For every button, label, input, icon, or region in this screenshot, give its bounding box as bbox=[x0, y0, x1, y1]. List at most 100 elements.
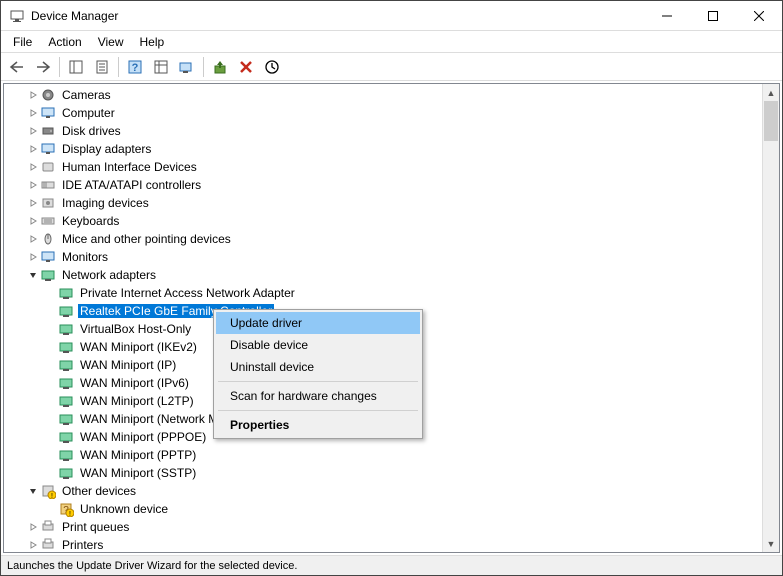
tree-item-label: WAN Miniport (IPv6) bbox=[78, 376, 191, 390]
expand-icon[interactable] bbox=[26, 250, 40, 264]
computer-icon bbox=[40, 105, 56, 121]
tree-item-wan-miniport-sstp-[interactable]: WAN Miniport (SSTP) bbox=[4, 464, 779, 482]
hid-icon bbox=[40, 159, 56, 175]
expand-icon[interactable] bbox=[26, 124, 40, 138]
tree-item-printers[interactable]: Printers bbox=[4, 536, 779, 553]
tree-item-disk-drives[interactable]: Disk drives bbox=[4, 122, 779, 140]
tree-item-label: Human Interface Devices bbox=[60, 160, 199, 174]
menubar: File Action View Help bbox=[1, 31, 782, 53]
scan-hardware-button[interactable] bbox=[175, 56, 199, 78]
scroll-down-button[interactable]: ▼ bbox=[763, 535, 779, 552]
tree-item-human-interface-devices[interactable]: Human Interface Devices bbox=[4, 158, 779, 176]
expand-icon[interactable] bbox=[26, 160, 40, 174]
expand-icon[interactable] bbox=[26, 178, 40, 192]
expand-icon[interactable] bbox=[26, 88, 40, 102]
tree-item-label: WAN Miniport (PPPOE) bbox=[78, 430, 208, 444]
expand-icon[interactable] bbox=[26, 232, 40, 246]
disk-icon bbox=[40, 123, 56, 139]
tree-item-wan-miniport-pptp-[interactable]: WAN Miniport (PPTP) bbox=[4, 446, 779, 464]
tree-item-label: VirtualBox Host-Only bbox=[78, 322, 193, 336]
tree-item-label: Keyboards bbox=[60, 214, 121, 228]
tree-item-label: Monitors bbox=[60, 250, 110, 264]
close-button[interactable] bbox=[736, 1, 782, 30]
network-icon bbox=[40, 267, 56, 283]
menu-action[interactable]: Action bbox=[40, 33, 89, 51]
imaging-icon bbox=[40, 195, 56, 211]
tree-item-network-adapters[interactable]: Network adapters bbox=[4, 266, 779, 284]
tree-item-ide-ata-atapi-controllers[interactable]: IDE ATA/ATAPI controllers bbox=[4, 176, 779, 194]
svg-text:!: ! bbox=[69, 511, 71, 517]
tree-item-computer[interactable]: Computer bbox=[4, 104, 779, 122]
tree-item-label: Disk drives bbox=[60, 124, 123, 138]
monitor-icon bbox=[40, 249, 56, 265]
status-text: Launches the Update Driver Wizard for th… bbox=[7, 560, 297, 572]
tree-item-mice-and-other-pointing-devices[interactable]: Mice and other pointing devices bbox=[4, 230, 779, 248]
network-icon bbox=[58, 321, 74, 337]
context-menu-disable-device[interactable]: Disable device bbox=[216, 334, 420, 356]
tree-item-display-adapters[interactable]: Display adapters bbox=[4, 140, 779, 158]
network-icon bbox=[58, 357, 74, 373]
expand-icon[interactable] bbox=[26, 142, 40, 156]
maximize-button[interactable] bbox=[690, 1, 736, 30]
expand-icon[interactable] bbox=[26, 214, 40, 228]
tree-item-label: Private Internet Access Network Adapter bbox=[78, 286, 297, 300]
action-button[interactable] bbox=[149, 56, 173, 78]
tree-item-label: Network adapters bbox=[60, 268, 158, 282]
disable-button[interactable] bbox=[260, 56, 284, 78]
context-menu-properties[interactable]: Properties bbox=[216, 414, 420, 436]
context-menu: Update driverDisable deviceUninstall dev… bbox=[213, 309, 423, 439]
menu-help[interactable]: Help bbox=[132, 33, 173, 51]
context-menu-update-driver[interactable]: Update driver bbox=[216, 312, 420, 334]
scroll-track[interactable] bbox=[763, 101, 779, 535]
svg-text:?: ? bbox=[132, 62, 139, 74]
tree-item-cameras[interactable]: Cameras bbox=[4, 86, 779, 104]
display-icon bbox=[40, 141, 56, 157]
tree-item-label: WAN Miniport (PPTP) bbox=[78, 448, 198, 462]
menu-file[interactable]: File bbox=[5, 33, 40, 51]
svg-text:!: ! bbox=[51, 493, 53, 499]
separator bbox=[203, 57, 204, 77]
tree-item-label: Computer bbox=[60, 106, 117, 120]
tree-item-unknown-device[interactable]: ?!Unknown device bbox=[4, 500, 779, 518]
tree-item-print-queues[interactable]: Print queues bbox=[4, 518, 779, 536]
uninstall-button[interactable] bbox=[234, 56, 258, 78]
network-icon bbox=[58, 303, 74, 319]
context-menu-scan-for-hardware-changes[interactable]: Scan for hardware changes bbox=[216, 385, 420, 407]
network-icon bbox=[58, 465, 74, 481]
tree-item-label: WAN Miniport (SSTP) bbox=[78, 466, 198, 480]
context-menu-uninstall-device[interactable]: Uninstall device bbox=[216, 356, 420, 378]
expand-icon[interactable] bbox=[26, 520, 40, 534]
tree-item-private-internet-access-network-adapter[interactable]: Private Internet Access Network Adapter bbox=[4, 284, 779, 302]
keyboard-icon bbox=[40, 213, 56, 229]
titlebar: Device Manager bbox=[1, 1, 782, 31]
help-button[interactable]: ? bbox=[123, 56, 147, 78]
back-button[interactable] bbox=[5, 56, 29, 78]
toolbar: ? bbox=[1, 53, 782, 81]
expand-icon[interactable] bbox=[26, 106, 40, 120]
show-hide-console-tree-button[interactable] bbox=[64, 56, 88, 78]
tree-item-imaging-devices[interactable]: Imaging devices bbox=[4, 194, 779, 212]
app-icon bbox=[9, 8, 25, 24]
update-driver-button[interactable] bbox=[208, 56, 232, 78]
scroll-thumb[interactable] bbox=[764, 101, 778, 141]
properties-button[interactable] bbox=[90, 56, 114, 78]
tree-item-keyboards[interactable]: Keyboards bbox=[4, 212, 779, 230]
collapse-icon[interactable] bbox=[26, 484, 40, 498]
network-icon bbox=[58, 393, 74, 409]
tree-item-monitors[interactable]: Monitors bbox=[4, 248, 779, 266]
menu-view[interactable]: View bbox=[90, 33, 132, 51]
tree-item-label: Unknown device bbox=[78, 502, 170, 516]
context-menu-separator bbox=[218, 381, 418, 382]
tree-item-other-devices[interactable]: !Other devices bbox=[4, 482, 779, 500]
forward-button[interactable] bbox=[31, 56, 55, 78]
scroll-up-button[interactable]: ▲ bbox=[763, 84, 779, 101]
separator bbox=[59, 57, 60, 77]
tree-item-label: Display adapters bbox=[60, 142, 153, 156]
tree-item-label: IDE ATA/ATAPI controllers bbox=[60, 178, 203, 192]
collapse-icon[interactable] bbox=[26, 268, 40, 282]
minimize-button[interactable] bbox=[644, 1, 690, 30]
window-buttons bbox=[644, 1, 782, 30]
vertical-scrollbar[interactable]: ▲ ▼ bbox=[762, 84, 779, 552]
expand-icon[interactable] bbox=[26, 196, 40, 210]
expand-icon[interactable] bbox=[26, 538, 40, 552]
